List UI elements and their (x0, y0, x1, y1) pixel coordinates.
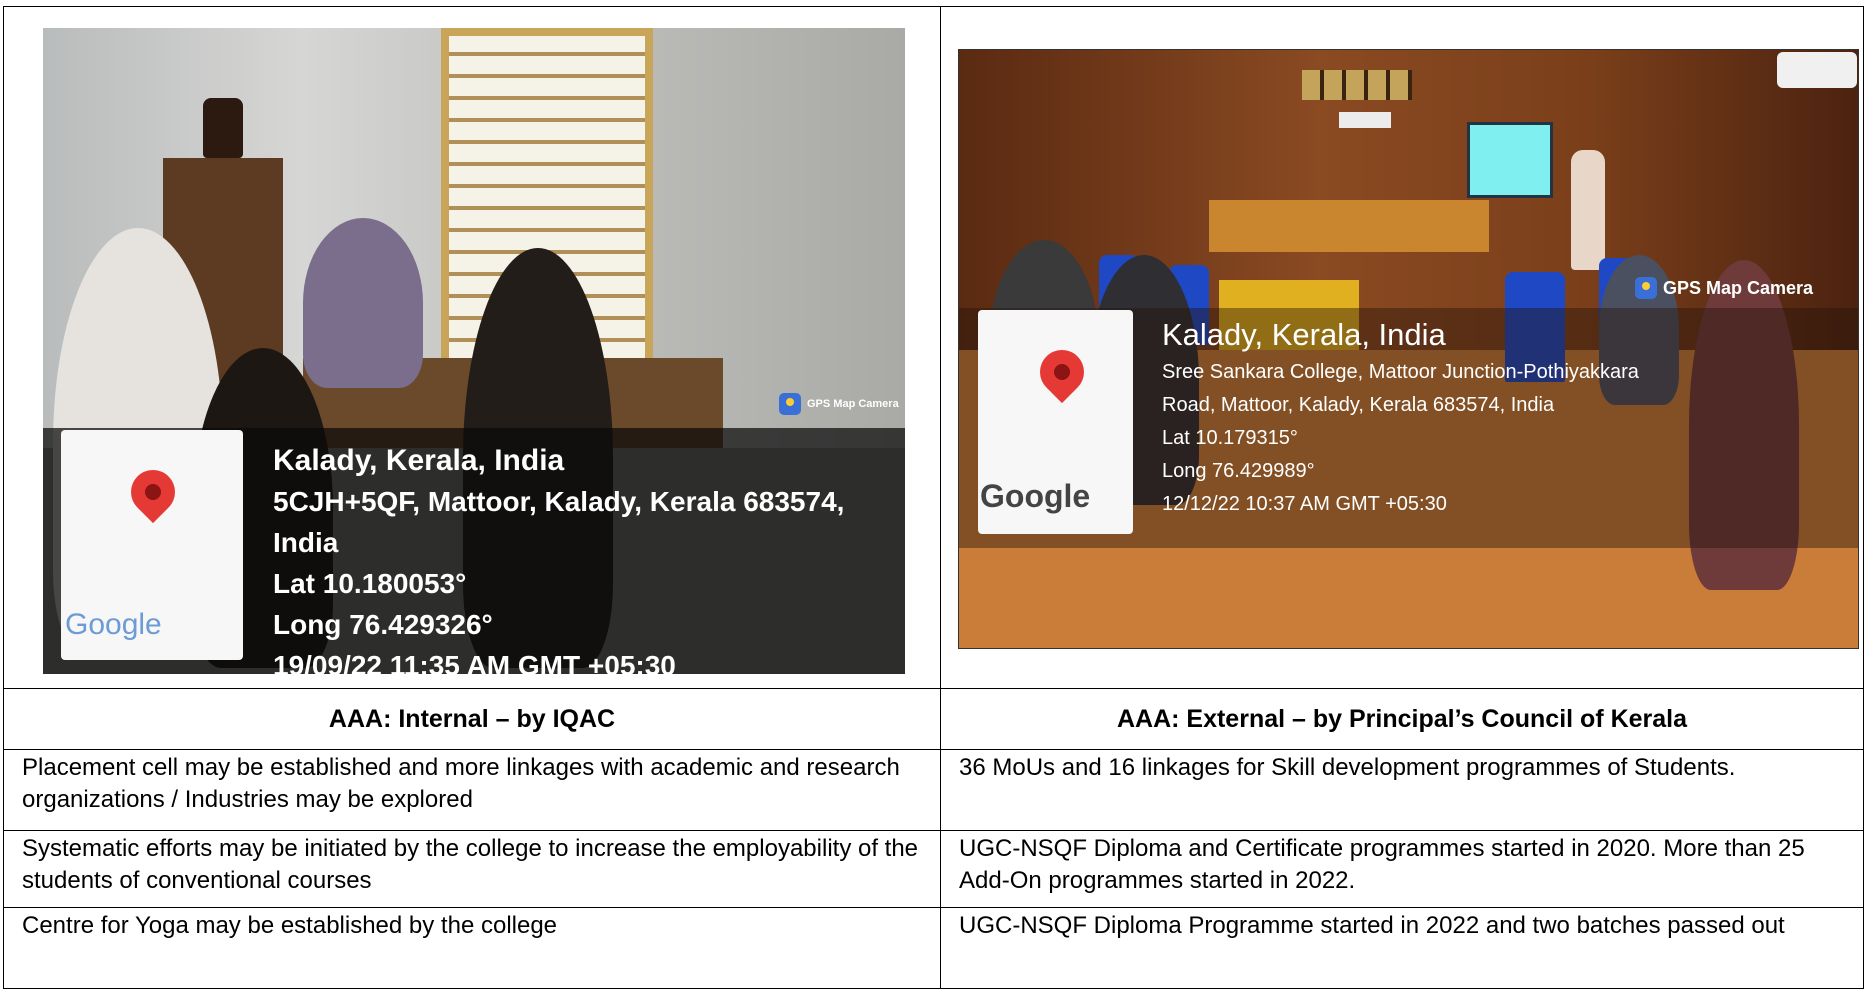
map-thumbnail: Google (61, 430, 243, 660)
external-response: UGC-NSQF Diploma Programme started in 20… (940, 907, 1864, 989)
gps-camera-icon (1635, 277, 1657, 299)
geo-latitude: Lat 10.179315° (1162, 427, 1298, 449)
speaker (1571, 150, 1605, 270)
geo-longitude: Long 76.429989° (1162, 460, 1315, 482)
geo-datetime: 19/09/22 11:35 AM GMT +05:30 (273, 650, 676, 674)
external-response: 36 MoUs and 16 linkages for Skill develo… (940, 749, 1864, 831)
internal-photo-cell: GPS Map Camera Google Kalady, Kerala, In… (3, 6, 941, 689)
wall-frames (1302, 70, 1412, 100)
external-photo-cell: GPS Map Camera Google Kalady, Kerala, In… (940, 6, 1864, 689)
dais (1209, 200, 1489, 252)
gps-map-camera-badge: GPS Map Camera (779, 393, 899, 415)
internal-recommendation: Centre for Yoga may be established by th… (3, 907, 941, 989)
aaa-comparison-table: GPS Map Camera Google Kalady, Kerala, In… (3, 6, 1864, 989)
geo-datetime: 12/12/22 10:37 AM GMT +05:30 (1162, 493, 1447, 515)
air-conditioner (1339, 112, 1391, 128)
map-pin-icon (1030, 340, 1094, 404)
header-row: AAA: Internal – by IQAC AAA: External – … (3, 688, 1864, 750)
geo-tag-text: Kalady, Kerala, India Sree Sankara Colle… (1162, 314, 1639, 521)
internal-audit-photo: GPS Map Camera Google Kalady, Kerala, In… (43, 28, 905, 674)
geo-address-line1: Sree Sankara College, Mattoor Junction-P… (1162, 361, 1639, 383)
google-logo: Google (65, 608, 162, 641)
map-thumbnail: Google (978, 310, 1133, 534)
external-header: AAA: External – by Principal’s Council o… (940, 688, 1864, 750)
geo-longitude: Long 76.429326° (273, 609, 493, 640)
geo-address: 5CJH+5QF, Mattoor, Kalady, Kerala 683574… (273, 486, 845, 558)
table-row: Systematic efforts may be initiated by t… (3, 830, 1864, 908)
geo-place: Kalady, Kerala, India (273, 444, 565, 477)
person (303, 218, 423, 388)
geo-place: Kalady, Kerala, India (1162, 317, 1446, 352)
table-row: Placement cell may be established and mo… (3, 749, 1864, 831)
photo-row: GPS Map Camera Google Kalady, Kerala, In… (3, 6, 1864, 689)
internal-recommendation: Systematic efforts may be initiated by t… (3, 830, 941, 908)
geo-address-line2: Road, Mattoor, Kalady, Kerala 683574, In… (1162, 394, 1555, 416)
external-response: UGC-NSQF Diploma and Certificate program… (940, 830, 1864, 908)
projection-screen (1467, 122, 1553, 198)
map-pin-icon (121, 460, 185, 524)
geo-tag-text: Kalady, Kerala, India 5CJH+5QF, Mattoor,… (273, 440, 905, 674)
gps-map-camera-badge: GPS Map Camera (1635, 277, 1813, 299)
geo-latitude: Lat 10.180053° (273, 568, 467, 599)
table-row: Centre for Yoga may be established by th… (3, 907, 1864, 989)
internal-header: AAA: Internal – by IQAC (3, 688, 941, 750)
internal-recommendation: Placement cell may be established and mo… (3, 749, 941, 831)
google-logo: Google (980, 478, 1091, 514)
external-audit-photo: GPS Map Camera Google Kalady, Kerala, In… (958, 49, 1859, 649)
gps-camera-icon (779, 393, 801, 415)
air-conditioner (1777, 52, 1857, 88)
kettle (203, 98, 243, 158)
